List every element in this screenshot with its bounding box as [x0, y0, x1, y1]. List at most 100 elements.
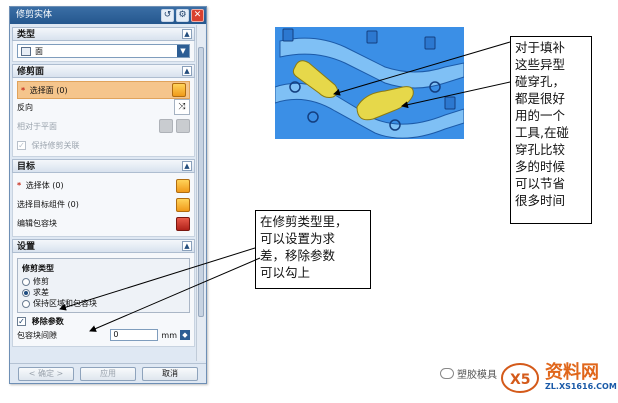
required-star: * — [17, 181, 22, 190]
select-face-label: 选择面 — [29, 85, 54, 95]
inherit-label: 相对于平面 — [17, 121, 57, 131]
remove-params-checkbox[interactable]: ✓ — [17, 316, 26, 326]
section-target-label: 目标 — [17, 162, 36, 172]
select-body-label: 选择体 — [25, 181, 50, 190]
select-body-icon[interactable] — [176, 178, 190, 193]
envelope-gap-controls: 0 mm ◆ — [110, 329, 190, 341]
select-face-row[interactable]: * 选择面 (0) — [17, 81, 190, 99]
reset-icon[interactable]: ↺ — [161, 9, 174, 22]
callout-line: 穿孔比较 — [515, 142, 566, 157]
edit-envelope-label: 编辑包容块 — [17, 219, 57, 228]
keep-assoc-checkbox[interactable]: ✓ — [17, 140, 26, 150]
right-callout: 对于填补 这些异型 碰穿孔， 都是很好 用的一个 工具,在碰 穿孔比较 多的时候… — [510, 36, 592, 224]
reverse-label: 反向 — [17, 102, 33, 112]
dialog-title: 修剪实体 — [16, 10, 53, 20]
dialog-content: 类型 ▲ 面 ▼ 修剪面 ▲ * 选择面 (0) 反向 ⤨ 相对于平面 ✓ 保持… — [12, 25, 195, 347]
select-face-icon[interactable] — [172, 83, 186, 97]
callout-line: 可以勾上 — [260, 265, 311, 280]
callout-line: 差，移除参数 — [260, 248, 336, 263]
remove-params-row[interactable]: ✓ 移除参数 — [17, 315, 190, 327]
expression-icon[interactable]: ◆ — [180, 330, 190, 340]
apply-button[interactable]: 应用 — [80, 366, 136, 381]
envelope-gap-input[interactable]: 0 — [110, 329, 159, 341]
callout-line: 这些异型 — [515, 57, 566, 72]
keep-assoc-row: ✓ 保持修剪关联 — [17, 137, 190, 153]
select-body-row[interactable]: * 选择体 (0) — [17, 176, 190, 195]
mid-callout: 在修剪类型里， 可以设置为求 差，移除参数 可以勾上 — [255, 210, 371, 289]
callout-line: 对于填补 — [515, 40, 566, 55]
close-icon[interactable]: ✕ — [191, 9, 204, 22]
dialog-button-bar: < 确定 > 应用 取消 — [10, 363, 206, 383]
callout-line: 多的时候 — [515, 159, 566, 174]
radio-button[interactable] — [22, 277, 30, 286]
trim-type-label: 修剪类型 — [22, 264, 54, 273]
chevron-up-icon[interactable]: ▲ — [182, 241, 192, 251]
inherit-row: 相对于平面 — [17, 115, 190, 137]
wechat-watermark: 塑胶模具 — [440, 366, 497, 381]
scrollbar-thumb[interactable] — [198, 47, 204, 317]
select-target-assembly-row[interactable]: 选择目标组件 (0) — [17, 195, 190, 214]
edit-envelope-row[interactable]: 编辑包容块 — [17, 214, 190, 233]
radio-trim-label: 修剪 — [33, 277, 49, 286]
section-body-settings: 修剪类型 修剪 求差 保持区域和包容块 ✓ 移除参数 包容块间隙 0 mm ◆ — [12, 253, 195, 347]
reverse-direction-icon[interactable]: ⤨ — [174, 99, 190, 115]
radio-button[interactable] — [22, 299, 30, 308]
reverse-row: 反向 ⤨ — [17, 99, 190, 115]
cancel-button[interactable]: 取消 — [142, 366, 198, 381]
callout-line: 工具,在碰 — [515, 125, 569, 140]
disabled-tool-icon — [176, 119, 190, 133]
svg-text:X5: X5 — [510, 372, 531, 388]
callout-line: 很多时间 — [515, 193, 566, 208]
gear-icon[interactable]: ⚙ — [176, 9, 189, 22]
trim-body-dialog: 修剪实体 ↺ ⚙ ✕ 类型 ▲ 面 ▼ 修剪面 ▲ * 选择面 (0) 反向 ⤨… — [9, 6, 207, 384]
radio-subtract-label: 求差 — [33, 288, 49, 297]
brand-url: ZL.XS1616.COM — [545, 382, 617, 391]
radio-button-selected[interactable] — [22, 288, 30, 297]
section-header-settings[interactable]: 设置 ▲ — [12, 239, 195, 253]
envelope-gap-row: 包容块间隙 0 mm ◆ — [17, 327, 190, 343]
assembly-icon[interactable] — [176, 197, 190, 212]
disabled-tool-icon — [159, 119, 173, 133]
title-buttons: ↺ ⚙ ✕ — [161, 9, 204, 22]
chevron-up-icon[interactable]: ▲ — [182, 66, 192, 76]
select-face-count: (0) — [56, 85, 68, 95]
required-star: * — [21, 85, 26, 95]
remove-params-label: 移除参数 — [31, 316, 64, 326]
inherit-icons — [159, 119, 190, 133]
section-body-type: 面 ▼ — [12, 41, 195, 62]
section-header-target[interactable]: 目标 ▲ — [12, 159, 195, 173]
select-body-count: (0) — [52, 181, 64, 190]
chevron-down-icon[interactable]: ▼ — [177, 45, 189, 57]
keep-assoc-label: 保持修剪关联 — [31, 140, 80, 150]
callout-line: 在修剪类型里， — [260, 214, 348, 229]
type-select-value: 面 — [35, 46, 43, 56]
section-body-target: * 选择体 (0) 选择目标组件 (0) 编辑包容块 — [12, 173, 195, 237]
wechat-text: 塑胶模具 — [457, 370, 497, 381]
ok-button[interactable]: < 确定 > — [18, 366, 74, 381]
radio-trim[interactable]: 修剪 — [22, 276, 185, 287]
unit-label: mm — [161, 330, 177, 340]
dialog-titlebar: 修剪实体 ↺ ⚙ ✕ — [10, 7, 206, 24]
part-render-image — [275, 27, 464, 139]
type-select[interactable]: 面 ▼ — [17, 44, 190, 58]
callout-line: 可以设置为求 — [260, 231, 336, 246]
envelope-icon[interactable] — [176, 216, 190, 231]
callout-line: 可以节省 — [515, 176, 566, 191]
chevron-up-icon[interactable]: ▲ — [182, 29, 192, 39]
callout-line: 用的一个 — [515, 108, 566, 123]
brand-text: 资料网 — [545, 362, 599, 383]
chevron-up-icon[interactable]: ▲ — [182, 161, 192, 171]
radio-subtract[interactable]: 求差 — [22, 287, 185, 298]
section-header-type[interactable]: 类型 ▲ — [12, 27, 195, 41]
callout-line: 都是很好 — [515, 91, 566, 106]
face-icon — [21, 46, 31, 56]
select-target-assembly-count: (0) — [67, 200, 79, 209]
callout-line: 碰穿孔， — [515, 74, 566, 89]
dialog-scrollbar[interactable] — [196, 25, 205, 361]
wechat-icon — [440, 368, 454, 379]
section-header-trim-face[interactable]: 修剪面 ▲ — [12, 64, 195, 78]
radio-keep-region-label: 保持区域和包容块 — [33, 299, 97, 308]
select-target-assembly-label: 选择目标组件 — [17, 200, 65, 209]
radio-keep-region[interactable]: 保持区域和包容块 — [22, 298, 185, 309]
section-type-label: 类型 — [17, 30, 36, 40]
